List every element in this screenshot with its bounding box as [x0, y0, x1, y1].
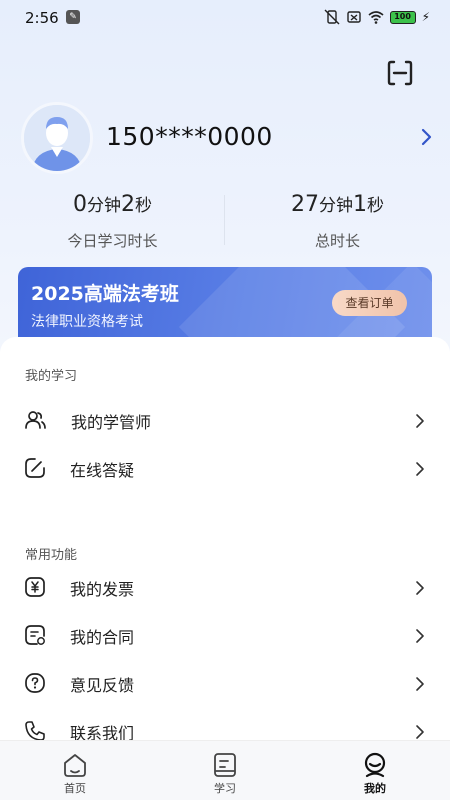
menu-item-study-manager[interactable]: 我的学管师: [0, 400, 450, 440]
wifi-icon: [368, 11, 384, 24]
menu-item-contract[interactable]: 我的合同: [0, 615, 450, 655]
menu-item-label: 我的合同: [70, 628, 135, 647]
charging-icon: ⚡: [421, 10, 430, 24]
chevron-right-icon: [416, 677, 424, 691]
total-study-stat: 27分钟1秒 总时长: [225, 188, 450, 251]
user-avatar-icon: [24, 105, 90, 171]
menu-item-invoice[interactable]: 我的发票: [0, 567, 450, 607]
vibrate-off-icon: [324, 9, 340, 25]
study-stats: 0分钟2秒 今日学习时长 27分钟1秒 总时长: [0, 188, 450, 258]
nav-study[interactable]: 学习: [150, 741, 300, 800]
chevron-right-icon: [416, 725, 424, 739]
profile-chevron-right-icon[interactable]: [419, 127, 433, 147]
total-study-label: 总时长: [314, 232, 360, 250]
stats-divider: [224, 195, 225, 245]
edit-icon: [25, 458, 45, 478]
home-icon: [64, 754, 86, 777]
banner-subtitle: 法律职业资格考试: [31, 314, 143, 330]
users-icon: [25, 411, 46, 429]
yen-invoice-icon: [25, 577, 45, 597]
nav-mine-label: 我的: [364, 782, 386, 795]
user-phone[interactable]: 150****0000: [106, 122, 273, 151]
no-sim-icon: [346, 11, 361, 23]
nav-home-label: 首页: [64, 782, 86, 795]
nav-mine[interactable]: 我的: [300, 741, 450, 800]
nav-study-label: 学习: [214, 782, 236, 795]
today-study-stat: 0分钟2秒 今日学习时长: [0, 188, 225, 251]
chevron-right-icon: [416, 581, 424, 595]
menu-item-feedback[interactable]: 意见反馈: [0, 663, 450, 703]
chevron-right-icon: [416, 462, 424, 476]
status-icons: 100 ⚡: [324, 9, 430, 25]
banner-title: 2025高端法考班: [31, 283, 179, 305]
total-study-value: 27分钟1秒: [291, 192, 384, 217]
common-functions-section-title: 常用功能: [25, 548, 78, 563]
menu-item-label: 我的发票: [70, 580, 135, 599]
menu-card: 我的学习 我的学管师 在线答疑 常用功能 我的发票 我的合同 意见反馈 联系我们: [0, 337, 450, 747]
menu-item-label: 我的学管师: [71, 413, 152, 432]
book-icon: [214, 753, 236, 777]
contract-icon: [25, 625, 45, 645]
status-bar: 2:56 ✎ 100 ⚡: [0, 0, 450, 36]
my-study-section-title: 我的学习: [25, 369, 78, 384]
question-icon: [25, 673, 45, 693]
wrench-icon: ✎: [66, 10, 80, 24]
course-banner[interactable]: 2025高端法考班 法律职业资格考试 查看订单: [18, 267, 432, 347]
menu-item-online-qa[interactable]: 在线答疑: [0, 448, 450, 488]
phone-icon: [25, 721, 45, 741]
battery-icon: 100: [389, 10, 416, 24]
scan-icon[interactable]: [385, 58, 415, 88]
chevron-right-icon: [416, 414, 424, 428]
menu-item-label: 在线答疑: [70, 461, 135, 480]
today-study-value: 0分钟2秒: [73, 192, 152, 217]
today-study-label: 今日学习时长: [67, 232, 158, 250]
profile-icon: [364, 752, 386, 778]
avatar[interactable]: [21, 102, 93, 174]
bottom-nav: 首页 学习 我的: [0, 740, 450, 800]
nav-home[interactable]: 首页: [0, 741, 150, 800]
status-time: 2:56: [25, 9, 59, 27]
chevron-right-icon: [416, 629, 424, 643]
menu-item-label: 意见反馈: [70, 676, 135, 695]
view-order-button[interactable]: 查看订单: [332, 290, 407, 316]
